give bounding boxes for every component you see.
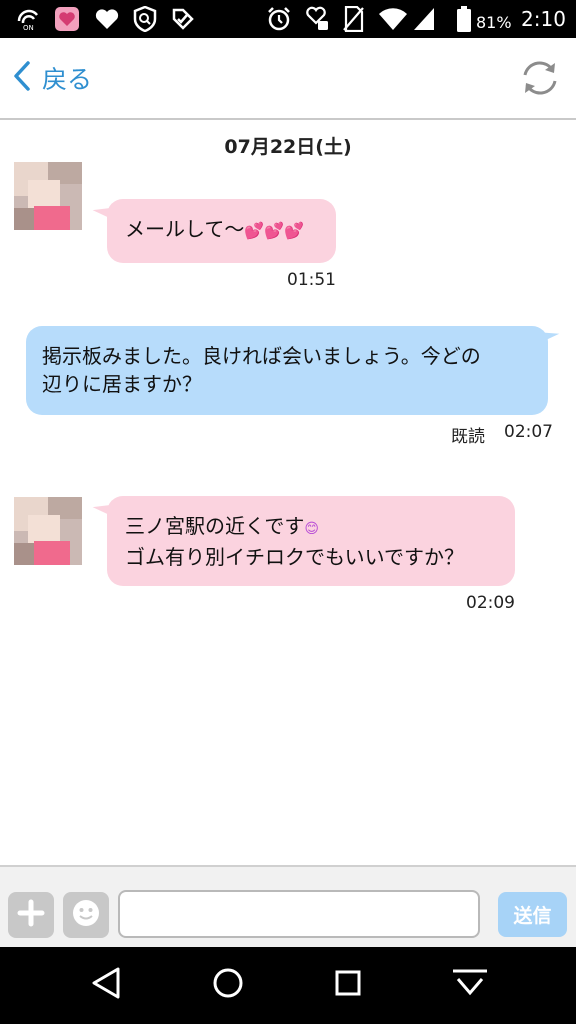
wifi-icon xyxy=(378,6,408,32)
hide-bar-icon xyxy=(450,967,490,1003)
send-button[interactable]: 送信 xyxy=(498,892,567,937)
svg-text:ON: ON xyxy=(23,24,34,31)
chat-header: 戻る xyxy=(0,38,576,120)
attach-button[interactable] xyxy=(8,892,54,938)
nav-back-button[interactable] xyxy=(84,965,128,1005)
message-input[interactable] xyxy=(118,890,480,938)
message-bubble-incoming[interactable]: 三ノ宮駅の近くです😊 ゴム有り別イチロクでもいいですか？ xyxy=(107,496,515,586)
chevron-left-icon xyxy=(12,60,32,96)
alarm-icon xyxy=(266,6,292,32)
nav-recents-button[interactable] xyxy=(326,965,370,1005)
circle-home-icon xyxy=(212,967,244,1003)
heart-key-icon xyxy=(304,6,330,32)
shield-search-icon xyxy=(131,6,159,32)
refresh-button[interactable] xyxy=(518,56,562,100)
nav-home-button[interactable] xyxy=(206,965,250,1005)
back-button[interactable]: 戻る xyxy=(12,58,92,98)
message-text-line: ゴム有り別イチロクでもいいですか？ xyxy=(125,545,464,569)
clock: 2:10 xyxy=(521,7,566,31)
back-label: 戻る xyxy=(42,65,93,94)
message-text-line: 三ノ宮駅の近くです xyxy=(125,514,305,538)
message-time: 02:07 xyxy=(504,422,553,442)
message-text-line: 辺りに居ますか？ xyxy=(42,372,202,396)
check-shield-icon xyxy=(169,6,197,32)
message-time: 02:09 xyxy=(466,593,515,613)
read-receipt: 既読 xyxy=(451,427,485,447)
status-bar: ON 81% 2:10 xyxy=(0,0,576,38)
sim-off-icon xyxy=(340,6,366,32)
message-text: メールして〜 xyxy=(125,217,245,241)
plus-icon xyxy=(17,899,45,931)
navigation-bar xyxy=(0,947,576,1024)
avatar[interactable] xyxy=(14,497,82,565)
battery-icon xyxy=(456,6,472,32)
signal-icon xyxy=(412,6,436,32)
message-input-bar: 送信 xyxy=(0,865,576,947)
nfc-on-icon: ON xyxy=(14,6,44,32)
chat-area[interactable]: 07月22日(土) メールして〜💕💕💕 01:51 掲示板みました。良ければ会い… xyxy=(0,120,576,865)
message-time: 01:51 xyxy=(287,270,336,290)
message-text-line: 掲示板みました。良ければ会いましょう。今どの xyxy=(42,344,481,368)
message-bubble-incoming[interactable]: メールして〜💕💕💕 xyxy=(107,199,336,263)
date-separator: 07月22日(土) xyxy=(224,136,352,158)
nav-hide-keyboard-button[interactable] xyxy=(448,965,492,1005)
triangle-back-icon xyxy=(90,966,122,1004)
message-emoji: 💕💕💕 xyxy=(244,221,305,240)
app-heart-icon xyxy=(53,6,81,32)
refresh-icon xyxy=(518,61,562,104)
smiley-icon xyxy=(71,898,101,932)
emoji-button[interactable] xyxy=(63,892,109,938)
avatar[interactable] xyxy=(14,162,82,230)
message-bubble-outgoing[interactable]: 掲示板みました。良ければ会いましょう。今どの 辺りに居ますか？ xyxy=(26,326,548,415)
smile-emoji: 😊 xyxy=(304,521,320,537)
heart-icon xyxy=(93,6,121,32)
battery-percent: 81% xyxy=(476,13,512,32)
square-recents-icon xyxy=(334,969,362,1001)
